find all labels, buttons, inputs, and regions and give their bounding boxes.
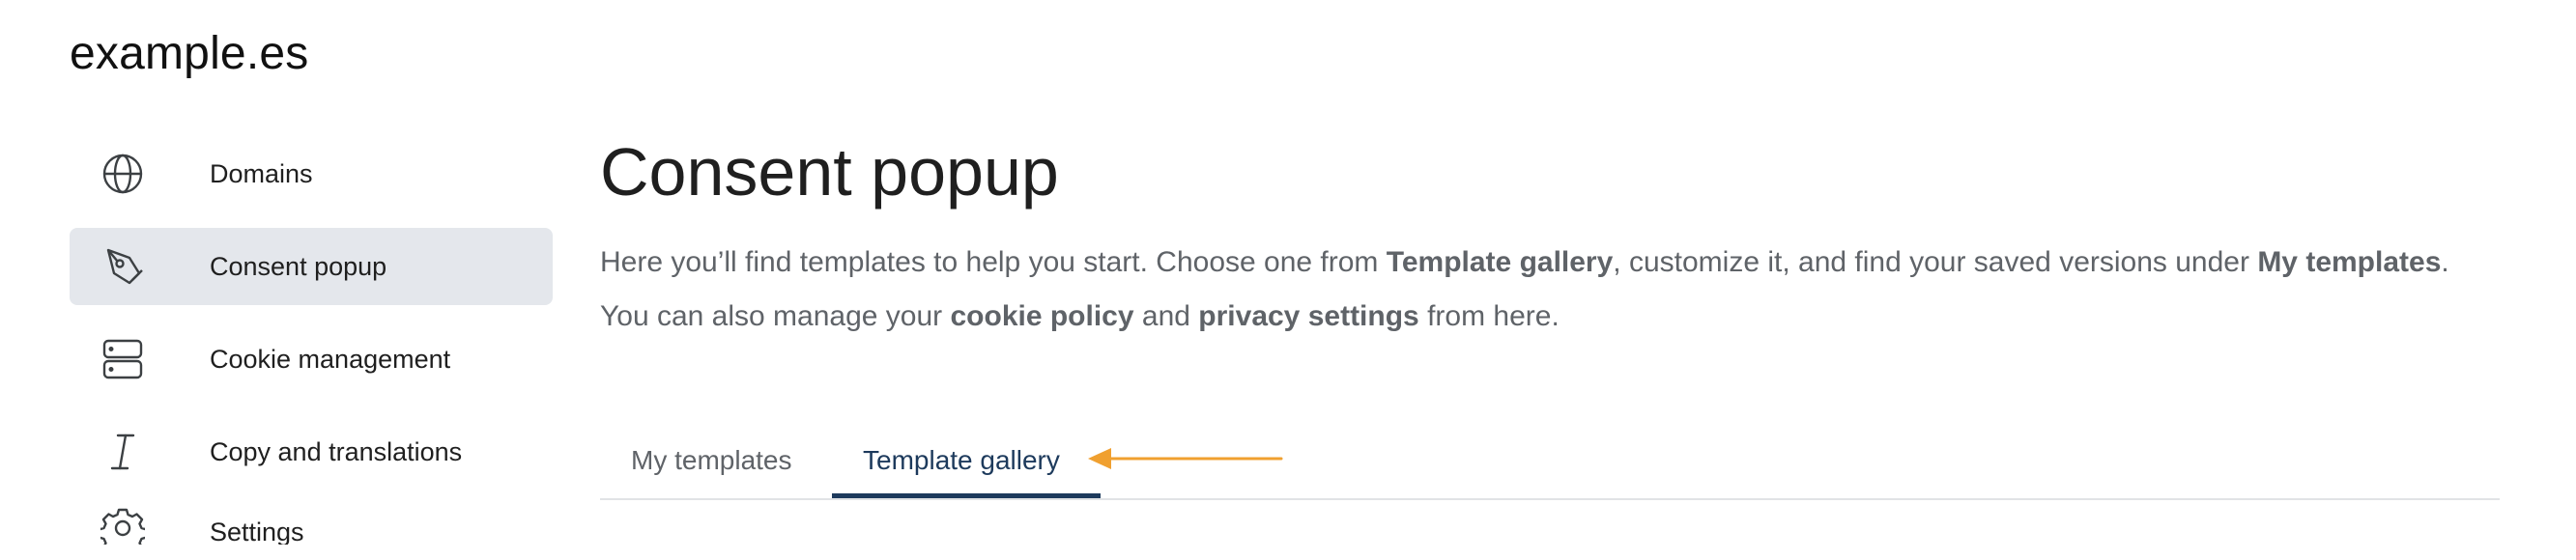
description-bold-cookie-policy: cookie policy bbox=[950, 300, 1134, 332]
page-title: Consent popup bbox=[600, 134, 1059, 210]
annotation-arrow-icon bbox=[1088, 448, 1283, 469]
sidebar-item-label: Settings bbox=[210, 518, 304, 545]
tab-template-gallery[interactable]: Template gallery bbox=[863, 425, 1060, 496]
description-text: and bbox=[1133, 300, 1199, 332]
sidebar-item-consent-popup[interactable]: Consent popup bbox=[70, 228, 553, 305]
site-title: example.es bbox=[70, 28, 309, 79]
sidebar-item-domains[interactable]: Domains bbox=[70, 135, 553, 212]
sidebar-item-settings[interactable]: Settings bbox=[70, 506, 553, 545]
sidebar-item-copy-and-translations[interactable]: Copy and translations bbox=[70, 413, 553, 490]
sidebar-item-label: Cookie management bbox=[210, 344, 451, 374]
main-content: Consent popup Here you’ll find templates… bbox=[600, 131, 2500, 373]
description-bold-privacy-settings: privacy settings bbox=[1198, 300, 1419, 332]
sidebar: Domains Consent popup Cookie management bbox=[70, 135, 553, 560]
gear-icon bbox=[100, 506, 145, 545]
sidebar-item-label: Consent popup bbox=[210, 251, 387, 281]
active-tab-indicator bbox=[832, 493, 1101, 498]
sidebar-item-label: Copy and translations bbox=[210, 436, 463, 466]
server-icon bbox=[100, 337, 145, 381]
tab-bar: My templates Template gallery bbox=[600, 425, 2500, 500]
description-text: , customize it, and find your saved vers… bbox=[1613, 246, 2258, 278]
description-bold-template-gallery: Template gallery bbox=[1386, 246, 1614, 278]
description-text: from here. bbox=[1418, 300, 1560, 332]
pen-tool-icon bbox=[100, 244, 145, 289]
page-description: Here you’ll find templates to help you s… bbox=[600, 236, 2475, 344]
sidebar-item-cookie-management[interactable]: Cookie management bbox=[70, 321, 553, 398]
description-text: Here you’ll find templates to help you s… bbox=[600, 246, 1387, 278]
sidebar-item-label: Domains bbox=[210, 158, 313, 188]
tab-my-templates[interactable]: My templates bbox=[631, 425, 792, 496]
description-bold-my-templates: My templates bbox=[2257, 246, 2442, 278]
globe-icon bbox=[100, 152, 145, 196]
italic-icon bbox=[100, 430, 145, 474]
